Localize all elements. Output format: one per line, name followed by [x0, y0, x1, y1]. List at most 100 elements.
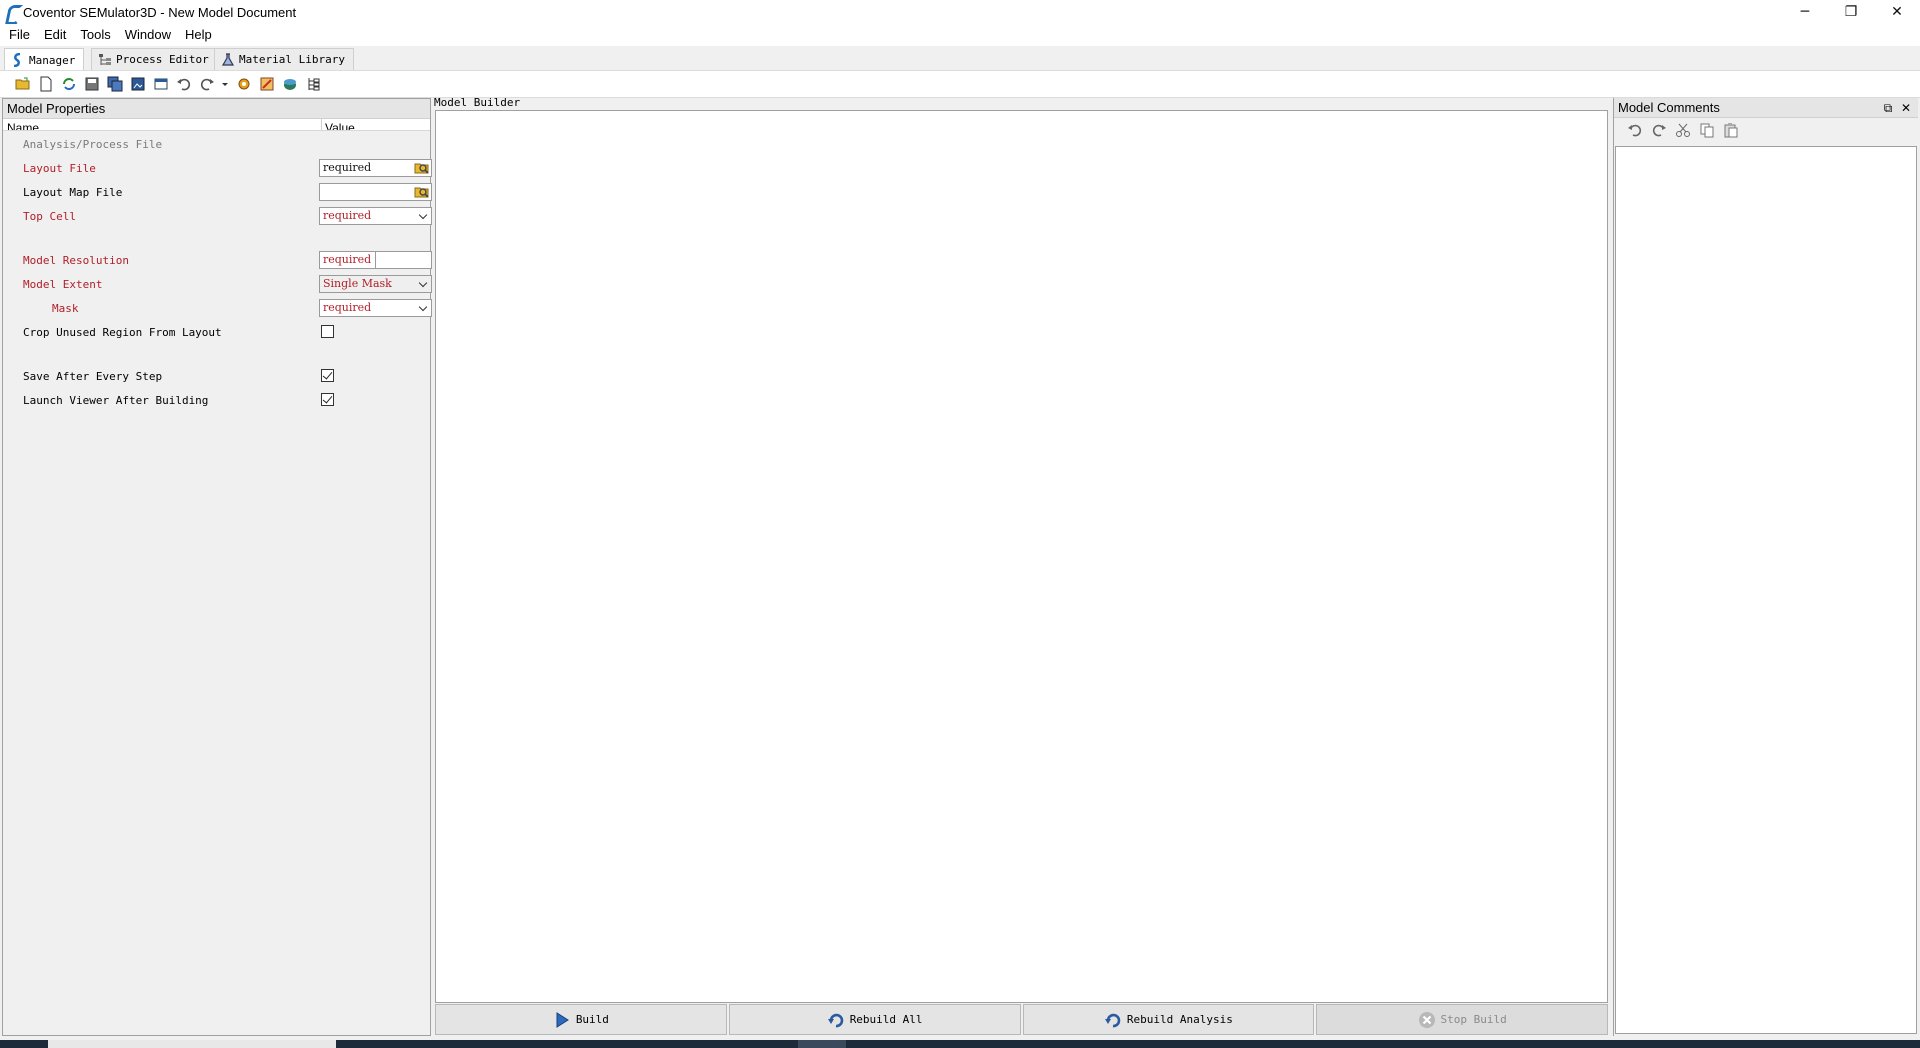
- column-header-name[interactable]: Name: [7, 121, 39, 130]
- layout-map-file-label: Layout Map File: [23, 186, 123, 199]
- property-row-model-extent: Model Extent Single Mask: [3, 273, 432, 295]
- model-extent-label: Model Extent: [23, 278, 103, 291]
- os-taskbar: [0, 1040, 1920, 1048]
- crop-unused-label: Crop Unused Region From Layout: [23, 326, 222, 339]
- tab-process-editor[interactable]: Process Editor: [91, 48, 218, 70]
- play-icon: [553, 1011, 571, 1029]
- stop-build-button[interactable]: Stop Build: [1316, 1004, 1608, 1035]
- menu-tools[interactable]: Tools: [73, 24, 117, 46]
- top-cell-select[interactable]: required: [319, 207, 432, 225]
- export-icon[interactable]: [152, 75, 170, 93]
- comments-toolbar: [1614, 118, 1918, 142]
- stop-icon: [1418, 1011, 1436, 1029]
- undo-icon[interactable]: [175, 75, 193, 93]
- property-row-analysis-process: Analysis/Process File: [3, 133, 430, 155]
- layout-file-field[interactable]: required: [319, 159, 432, 177]
- window-controls: ─ ❐ ✕: [1782, 0, 1920, 24]
- new-document-icon[interactable]: [37, 75, 55, 93]
- rebuild-analysis-button[interactable]: Rebuild Analysis: [1022, 1004, 1315, 1035]
- save-all-icon[interactable]: [106, 75, 124, 93]
- window-title: Coventor SEMulator3D - New Model Documen…: [23, 4, 297, 20]
- model-comments-header: Model Comments ⧉ ✕: [1614, 98, 1918, 118]
- menu-window[interactable]: Window: [118, 24, 178, 46]
- property-row-layout-file: Layout File required: [3, 157, 432, 179]
- top-cell-label: Top Cell: [23, 210, 76, 223]
- tab-process-editor-label: Process Editor: [116, 53, 209, 66]
- restore-button[interactable]: ❐: [1828, 0, 1874, 24]
- menu-file[interactable]: File: [2, 24, 37, 46]
- semulator-app-icon: [5, 4, 17, 20]
- save-after-step-checkbox[interactable]: [321, 369, 334, 382]
- model-comments-editor[interactable]: [1615, 146, 1917, 1034]
- model-extent-select[interactable]: Single Mask: [319, 275, 432, 293]
- semulator-icon: [11, 52, 25, 68]
- cut-icon[interactable]: [1674, 121, 1692, 139]
- model-properties-title: Model Properties: [3, 99, 430, 119]
- tab-bar: Manager Process Editor Material Library: [0, 46, 1920, 71]
- launch-viewer-checkbox[interactable]: [321, 393, 334, 406]
- save-after-step-label: Save After Every Step: [23, 370, 163, 383]
- model-builder-canvas[interactable]: [435, 110, 1608, 1003]
- mask-label: Mask: [52, 302, 79, 315]
- paste-icon[interactable]: [1722, 121, 1740, 139]
- column-header-value[interactable]: Value: [325, 121, 355, 130]
- save-image-icon[interactable]: [129, 75, 147, 93]
- float-panel-icon[interactable]: ⧉: [1880, 98, 1896, 118]
- property-row-layout-map-file: Layout Map File: [3, 181, 432, 203]
- rebuild-analysis-icon: [1104, 1011, 1122, 1029]
- property-row-top-cell: Top Cell required: [3, 205, 432, 227]
- model-comments-panel: Model Comments ⧉ ✕: [1613, 98, 1918, 1036]
- launch-viewer-label: Launch Viewer After Building: [23, 394, 209, 407]
- build-settings-icon[interactable]: [235, 75, 253, 93]
- main-toolbar: [0, 70, 1920, 98]
- viewer-icon[interactable]: [281, 75, 299, 93]
- hierarchy-icon[interactable]: [304, 75, 322, 93]
- browse-map-file-icon[interactable]: [414, 185, 430, 199]
- menu-bar: File Edit Tools Window Help: [0, 24, 1920, 46]
- crop-unused-checkbox[interactable]: [321, 325, 334, 338]
- copy-icon[interactable]: [1698, 121, 1716, 139]
- open-folder-icon[interactable]: [14, 75, 32, 93]
- tab-manager[interactable]: Manager: [4, 48, 85, 71]
- property-row-crop-unused: Crop Unused Region From Layout: [3, 321, 430, 343]
- layout-file-value: required: [323, 161, 372, 174]
- model-builder-title: Model Builder: [434, 96, 521, 109]
- stop-build-label: Stop Build: [1440, 1013, 1507, 1026]
- dropdown-arrow-icon[interactable]: [221, 75, 229, 93]
- minimize-button[interactable]: ─: [1782, 0, 1828, 24]
- rebuild-all-button[interactable]: Rebuild All: [728, 1004, 1021, 1035]
- rebuild-all-label: Rebuild All: [849, 1013, 923, 1026]
- build-button-row: Build Rebuild All Rebuild Analysis Stop …: [435, 1004, 1608, 1035]
- tab-material-library[interactable]: Material Library: [214, 48, 354, 70]
- mask-select[interactable]: required: [319, 299, 432, 317]
- model-resolution-input[interactable]: required: [319, 251, 432, 269]
- property-row-launch-viewer: Launch Viewer After Building: [3, 389, 430, 411]
- build-button-label: Build: [575, 1013, 609, 1026]
- property-row-model-resolution: Model Resolution required: [3, 249, 432, 271]
- save-icon[interactable]: [83, 75, 101, 93]
- property-row-mask: Mask required: [3, 297, 432, 319]
- comment-redo-icon[interactable]: [1650, 121, 1668, 139]
- refresh-icon[interactable]: [60, 75, 78, 93]
- property-row-save-after-step: Save After Every Step: [3, 365, 430, 387]
- close-window-button[interactable]: ✕: [1874, 0, 1920, 24]
- taskbar-active-app[interactable]: [798, 1040, 846, 1048]
- taskbar-search-box[interactable]: [48, 1040, 336, 1048]
- model-properties-panel: Model Properties Name Value Analysis/Pro…: [2, 98, 432, 1036]
- model-comments-title: Model Comments: [1618, 100, 1720, 115]
- flask-icon: [221, 52, 235, 67]
- menu-help[interactable]: Help: [178, 24, 219, 46]
- close-panel-icon[interactable]: ✕: [1898, 98, 1914, 118]
- build-button[interactable]: Build: [435, 1004, 727, 1035]
- redo-icon[interactable]: [198, 75, 216, 93]
- browse-file-icon[interactable]: [414, 161, 430, 175]
- layout-icon[interactable]: [258, 75, 276, 93]
- comment-undo-icon[interactable]: [1626, 121, 1644, 139]
- property-column-headers: Name Value: [3, 119, 430, 131]
- title-bar: Coventor SEMulator3D - New Model Documen…: [0, 0, 1920, 24]
- menu-edit[interactable]: Edit: [37, 24, 73, 46]
- analysis-process-label: Analysis/Process File: [23, 138, 163, 151]
- layout-map-file-field[interactable]: [319, 183, 432, 201]
- layout-file-label: Layout File: [23, 162, 96, 175]
- model-resolution-value[interactable]: required: [320, 252, 376, 268]
